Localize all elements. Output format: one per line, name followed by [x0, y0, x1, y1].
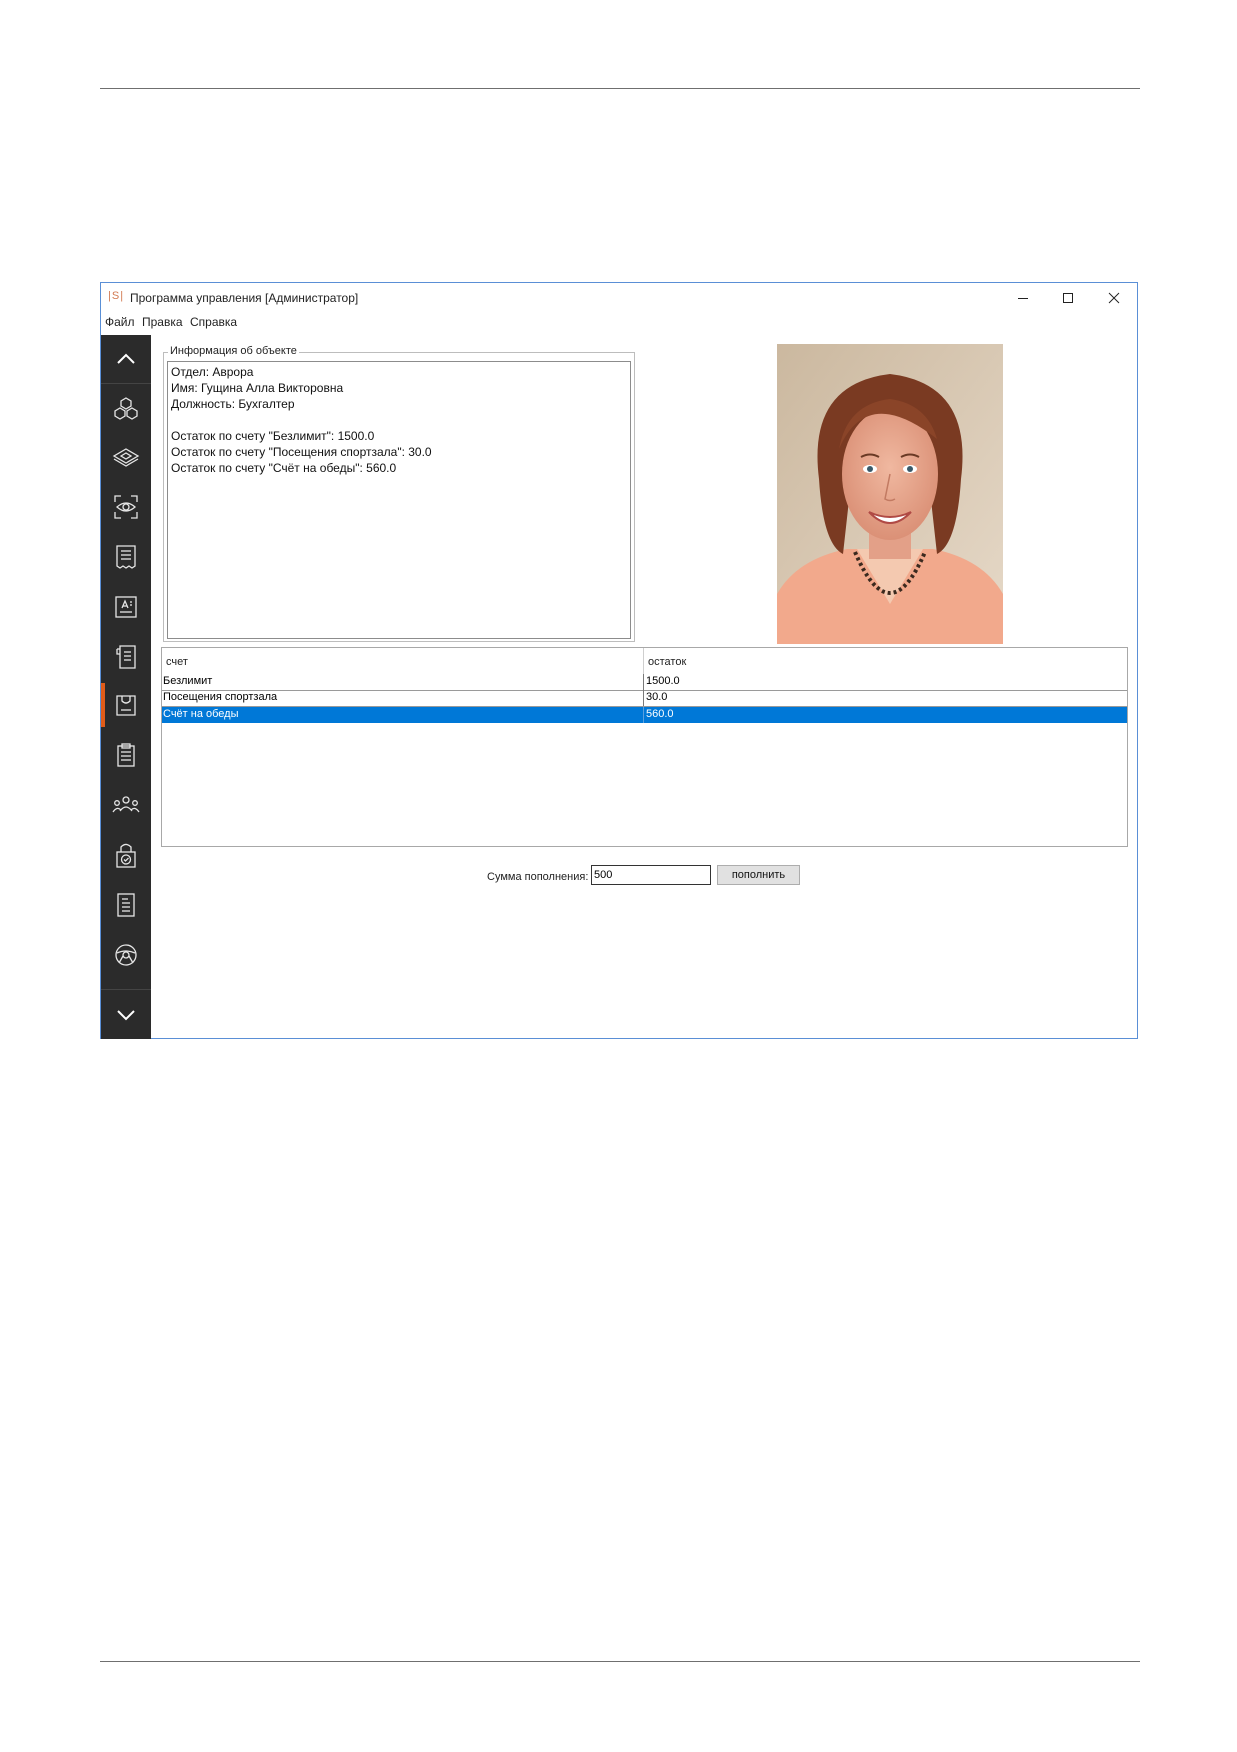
chevron-up-icon: [117, 353, 135, 364]
content-panel: Информация об объекте Отдел: Аврора Имя:…: [151, 335, 1137, 1038]
info-department: Отдел: Аврора: [171, 365, 254, 379]
menu-help[interactable]: Справка: [190, 315, 237, 329]
sidebar-item-objects[interactable]: [101, 385, 151, 433]
sidebar-separator: [101, 989, 151, 990]
eye-scan-icon: [114, 495, 138, 519]
sidebar-item-access[interactable]: [101, 831, 151, 879]
bag-icon: [116, 695, 136, 716]
cell-divider: [643, 674, 644, 690]
cell-balance: 30.0: [646, 691, 668, 703]
cell-account: Счёт на обеды: [163, 708, 239, 720]
document-list-icon: [116, 645, 136, 669]
object-info-legend: Информация об объекте: [168, 345, 299, 357]
sidebar-item-log[interactable]: [101, 881, 151, 929]
info-position: Должность: Бухгалтер: [171, 397, 295, 411]
menu-edit[interactable]: Правка: [142, 315, 183, 329]
sidebar-item-accounts[interactable]: [101, 681, 151, 729]
sidebar-item-receipts[interactable]: [101, 533, 151, 581]
minimize-icon: [1018, 298, 1028, 299]
cell-divider: [643, 707, 644, 723]
text-document-icon: [117, 893, 135, 917]
table-row[interactable]: Посещения спортзала 30.0: [162, 690, 1127, 707]
info-balance-gym: Остаток по счету "Посещения спортзала": …: [171, 445, 432, 459]
chevron-down-icon: [117, 1010, 135, 1021]
sidebar-item-documents[interactable]: [101, 633, 151, 681]
column-header-balance[interactable]: остаток: [648, 656, 686, 668]
layers-icon: [112, 448, 140, 467]
cell-account: Посещения спортзала: [163, 691, 278, 703]
window-title: Программа управления [Администратор]: [130, 291, 359, 305]
employee-photo: [777, 344, 1003, 644]
clipboard-icon: [117, 743, 135, 767]
column-header-account[interactable]: счет: [166, 656, 188, 668]
title-bar[interactable]: |S| Программа управления [Администратор]: [101, 283, 1137, 313]
sidebar-scroll-down-button[interactable]: [101, 991, 151, 1039]
steering-wheel-icon: [115, 944, 137, 966]
sidebar-item-transport[interactable]: [101, 931, 151, 979]
sidebar-item-employees[interactable]: [101, 781, 151, 829]
cell-divider: [643, 690, 644, 706]
sidebar-item-monitoring[interactable]: [101, 483, 151, 531]
close-button[interactable]: [1091, 283, 1137, 313]
app-window: |S| Программа управления [Администратор]…: [100, 282, 1138, 1039]
receipt-icon: [116, 545, 136, 569]
cubes-icon: [114, 397, 138, 420]
app-logo-icon: |S|: [108, 290, 125, 302]
sidebar: [101, 335, 151, 1039]
sidebar-scroll-up-button[interactable]: [101, 335, 151, 383]
cell-account: Безлимит: [163, 675, 213, 687]
table-row-selected[interactable]: Счёт на обеды 560.0: [162, 707, 1127, 723]
lock-check-icon: [116, 843, 136, 868]
sidebar-item-layers[interactable]: [101, 433, 151, 481]
topup-button[interactable]: пополнить: [717, 865, 800, 885]
close-icon: [1108, 292, 1120, 304]
cell-balance: 1500.0: [646, 675, 680, 687]
topup-amount-label: Сумма пополнения:: [487, 871, 589, 883]
menu-file[interactable]: Файл: [105, 315, 135, 329]
info-blank-line: [171, 412, 627, 428]
page-bottom-rule: [100, 1661, 1140, 1662]
maximize-icon: [1063, 293, 1073, 303]
accounts-table: счет остаток Безлимит 1500.0 Посещения с…: [161, 647, 1128, 847]
people-icon: [112, 796, 140, 813]
info-balance-lunch: Остаток по счету "Счёт на обеды": 560.0: [171, 461, 397, 475]
cell-balance: 560.0: [646, 708, 674, 720]
menu-bar: Файл Правка Справка: [101, 313, 1137, 333]
sidebar-item-cards[interactable]: [101, 583, 151, 631]
info-balance-unlimited: Остаток по счету "Безлимит": 1500.0: [171, 429, 375, 443]
object-info-group: Информация об объекте Отдел: Аврора Имя:…: [163, 345, 635, 642]
minimize-button[interactable]: [1000, 283, 1046, 313]
topup-amount-input[interactable]: [591, 865, 711, 885]
id-card-icon: [115, 596, 137, 618]
table-row[interactable]: Безлимит 1500.0: [162, 674, 1127, 691]
sidebar-item-reports[interactable]: [101, 731, 151, 779]
object-info-text[interactable]: Отдел: Аврора Имя: Гущина Алла Викторовн…: [167, 361, 631, 639]
table-header: счет остаток: [162, 648, 1129, 674]
info-name: Имя: Гущина Алла Викторовна: [171, 381, 344, 395]
page-top-rule: [100, 88, 1140, 89]
maximize-button[interactable]: [1045, 283, 1091, 313]
sidebar-separator: [101, 383, 151, 384]
